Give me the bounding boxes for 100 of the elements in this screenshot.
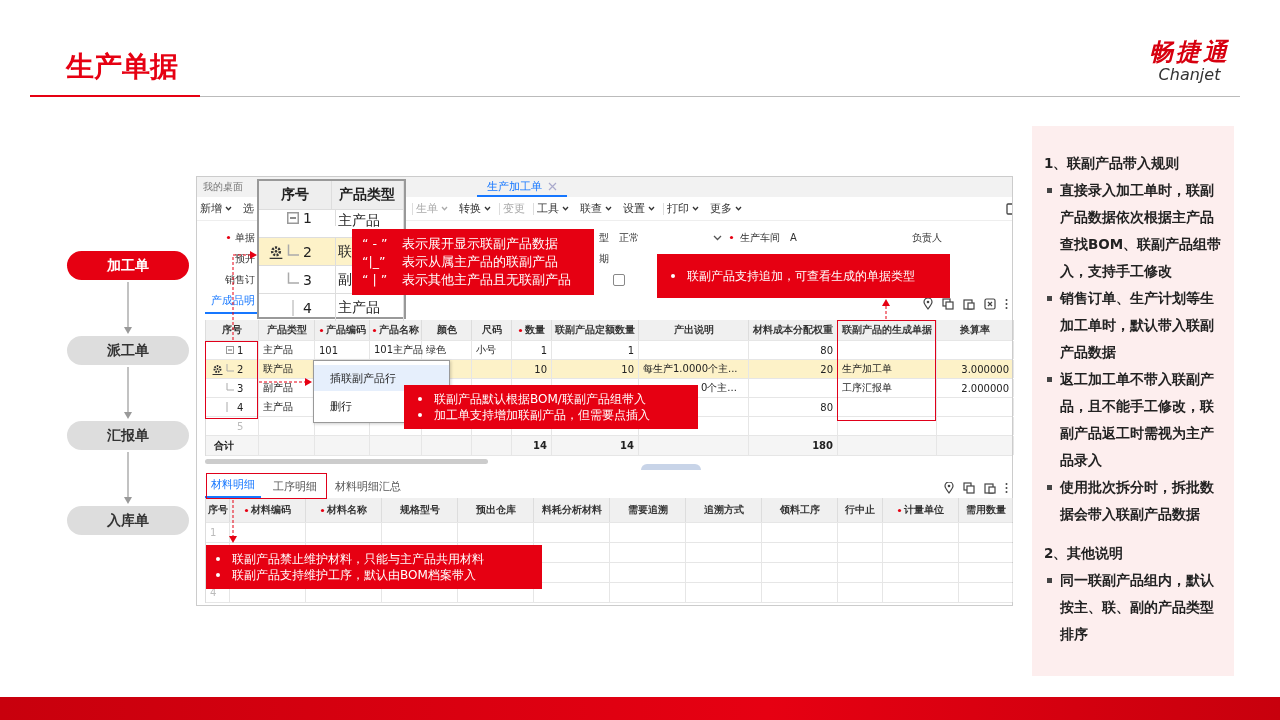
table-cell: 主产品 xyxy=(263,343,293,357)
callout-text: 联副产品默认根据BOM/联副产品组带入 xyxy=(434,391,646,407)
toolbar-button[interactable]: 转换 xyxy=(456,198,499,219)
note-text: 返工加工单不带入联副产品，且不能手工修改，联副产品返工时需视为主产品录入 xyxy=(1060,370,1215,470)
table-cell: 80 xyxy=(820,344,833,356)
column-header: 领料工序 xyxy=(762,498,838,522)
note-text: 使用批次拆分时，拆批数据会带入联副产品数据 xyxy=(1060,478,1215,524)
legend-symbol: “ | ” xyxy=(362,271,389,289)
column-header: 材料编码 xyxy=(230,498,306,522)
row-number: 3 xyxy=(303,271,312,288)
table-cell: 联产品 xyxy=(263,362,293,376)
note-text: 同一联副产品组内，默认按主、联、副的产品类型排序 xyxy=(1060,571,1215,644)
toolbar-button[interactable]: 联查 xyxy=(577,198,620,219)
column-header: 追溯方式 xyxy=(686,498,762,522)
caret-icon[interactable] xyxy=(713,234,722,241)
row-number: 4 xyxy=(237,401,244,413)
column-header: 序号 xyxy=(259,181,332,209)
column-header: 产品类型 xyxy=(259,320,315,340)
column-header: 预出仓库 xyxy=(458,498,534,522)
clipboard-icon[interactable] xyxy=(963,298,975,310)
bullet-icon xyxy=(216,557,220,561)
toolbar-button[interactable]: 新增 xyxy=(197,198,240,219)
column-header: 产品类型 xyxy=(331,181,404,209)
scrollbar-thumb[interactable] xyxy=(205,459,488,464)
toolbar-button[interactable]: 打印 xyxy=(664,198,707,219)
copy-icon[interactable] xyxy=(942,298,954,310)
column-header: 产品编码 xyxy=(315,320,370,340)
row-number: 1 xyxy=(210,527,217,538)
slide-title: 生产单据 xyxy=(66,50,178,84)
note-heading: 2、其他说明 xyxy=(1044,544,1125,563)
more-icon[interactable] xyxy=(1005,298,1008,310)
note-heading: 1、联副产品带入规则 xyxy=(1044,154,1181,173)
copy-icon[interactable] xyxy=(963,482,975,494)
field-value[interactable]: 正常 xyxy=(619,230,639,245)
location-pin-icon[interactable] xyxy=(923,298,933,310)
table-cell: 工序汇报单 xyxy=(842,381,892,395)
summary-cell: 14 xyxy=(620,440,634,451)
flow-arrow xyxy=(123,450,133,506)
calendar-icon[interactable] xyxy=(1006,203,1012,215)
column-header: 行中止 xyxy=(838,498,883,522)
field-value[interactable]: A xyxy=(790,230,797,245)
table-cell: 1 xyxy=(540,344,547,356)
table-cell: 80 xyxy=(820,401,833,413)
column-header: 材料名称 xyxy=(306,498,382,522)
gear-icon xyxy=(269,244,283,259)
table-cell: 副 xyxy=(337,270,352,289)
column-header: 联副产品定额数量 xyxy=(552,320,639,340)
location-pin-icon[interactable] xyxy=(944,482,954,494)
desktop-tab[interactable]: 我的桌面 xyxy=(203,177,243,197)
table-cell: 101主产品 xyxy=(374,343,424,357)
column-header: 材料成本分配权重 xyxy=(749,320,838,340)
field-label: 单据 xyxy=(235,230,255,245)
column-header: 数量 xyxy=(512,320,552,340)
legend-text: 表示展开显示联副产品数据 xyxy=(402,235,558,253)
summary-label: 合计 xyxy=(214,438,234,453)
field-label: 销售订 xyxy=(225,272,255,287)
column-header: 需要追溯 xyxy=(610,498,686,522)
callout-text: 加工单支持增加联副产品，但需要点插入 xyxy=(434,407,650,423)
table-cell: 20 xyxy=(820,363,833,375)
table-cell: 副产品 xyxy=(263,381,293,395)
export-icon[interactable] xyxy=(984,298,996,310)
callout-text: 联副产品禁止维护材料，只能与主产品共用材料 xyxy=(232,551,484,567)
column-header: 产品名称 xyxy=(370,320,422,340)
document-tab[interactable]: 生产加工单 xyxy=(477,177,567,197)
field-label: 型 xyxy=(599,230,609,245)
toolbar-button[interactable]: 选 xyxy=(240,198,262,219)
table-cell: 0个主... xyxy=(701,381,737,395)
table-cell: 10 xyxy=(621,363,634,375)
toolbar-button[interactable]: 工具 xyxy=(534,198,577,219)
toolbar-button[interactable]: 设置 xyxy=(620,198,663,219)
flow-arrow xyxy=(123,365,133,421)
column-header: 换算率 xyxy=(937,320,1014,340)
toolbar-button[interactable]: 更多 xyxy=(707,198,750,219)
collapse-handle[interactable] xyxy=(641,464,701,470)
table-cell: 小号 xyxy=(476,343,496,357)
menu-item[interactable]: 插联副产品行 xyxy=(314,365,449,391)
column-header: 规格型号 xyxy=(382,498,458,522)
field-label: 期 xyxy=(599,251,609,266)
bullet-icon xyxy=(1047,188,1052,193)
more-icon[interactable] xyxy=(1005,482,1008,494)
row-number: 1 xyxy=(237,344,244,356)
clipboard-icon[interactable] xyxy=(984,482,996,494)
table-cell: 绿色 xyxy=(426,343,446,357)
menu-item[interactable]: 删行 xyxy=(314,393,364,419)
checkbox[interactable] xyxy=(613,273,625,286)
summary-cell: 14 xyxy=(533,440,547,451)
collapse-icon[interactable] xyxy=(226,346,234,354)
column-header: 尺码 xyxy=(472,320,512,340)
detail-tab[interactable]: 工序明细 xyxy=(267,479,323,498)
note-text: 直接录入加工单时，联副产品数据依次根据主产品查找BOM、联副产品组带入，支持手工修改 xyxy=(1060,181,1223,281)
row-number: 4 xyxy=(303,299,312,316)
column-header: 序号 xyxy=(206,498,230,522)
row-number: 3 xyxy=(237,382,244,394)
gear-icon[interactable] xyxy=(212,363,223,375)
column-header: 计量单位 xyxy=(883,498,959,522)
logo-subtext: Chanjet xyxy=(1158,66,1221,84)
row-number: 2 xyxy=(303,243,312,260)
detail-tab[interactable]: 材料明细汇总 xyxy=(329,479,407,498)
table-cell: 主产品 xyxy=(263,400,293,414)
connector-arrow xyxy=(882,299,890,320)
